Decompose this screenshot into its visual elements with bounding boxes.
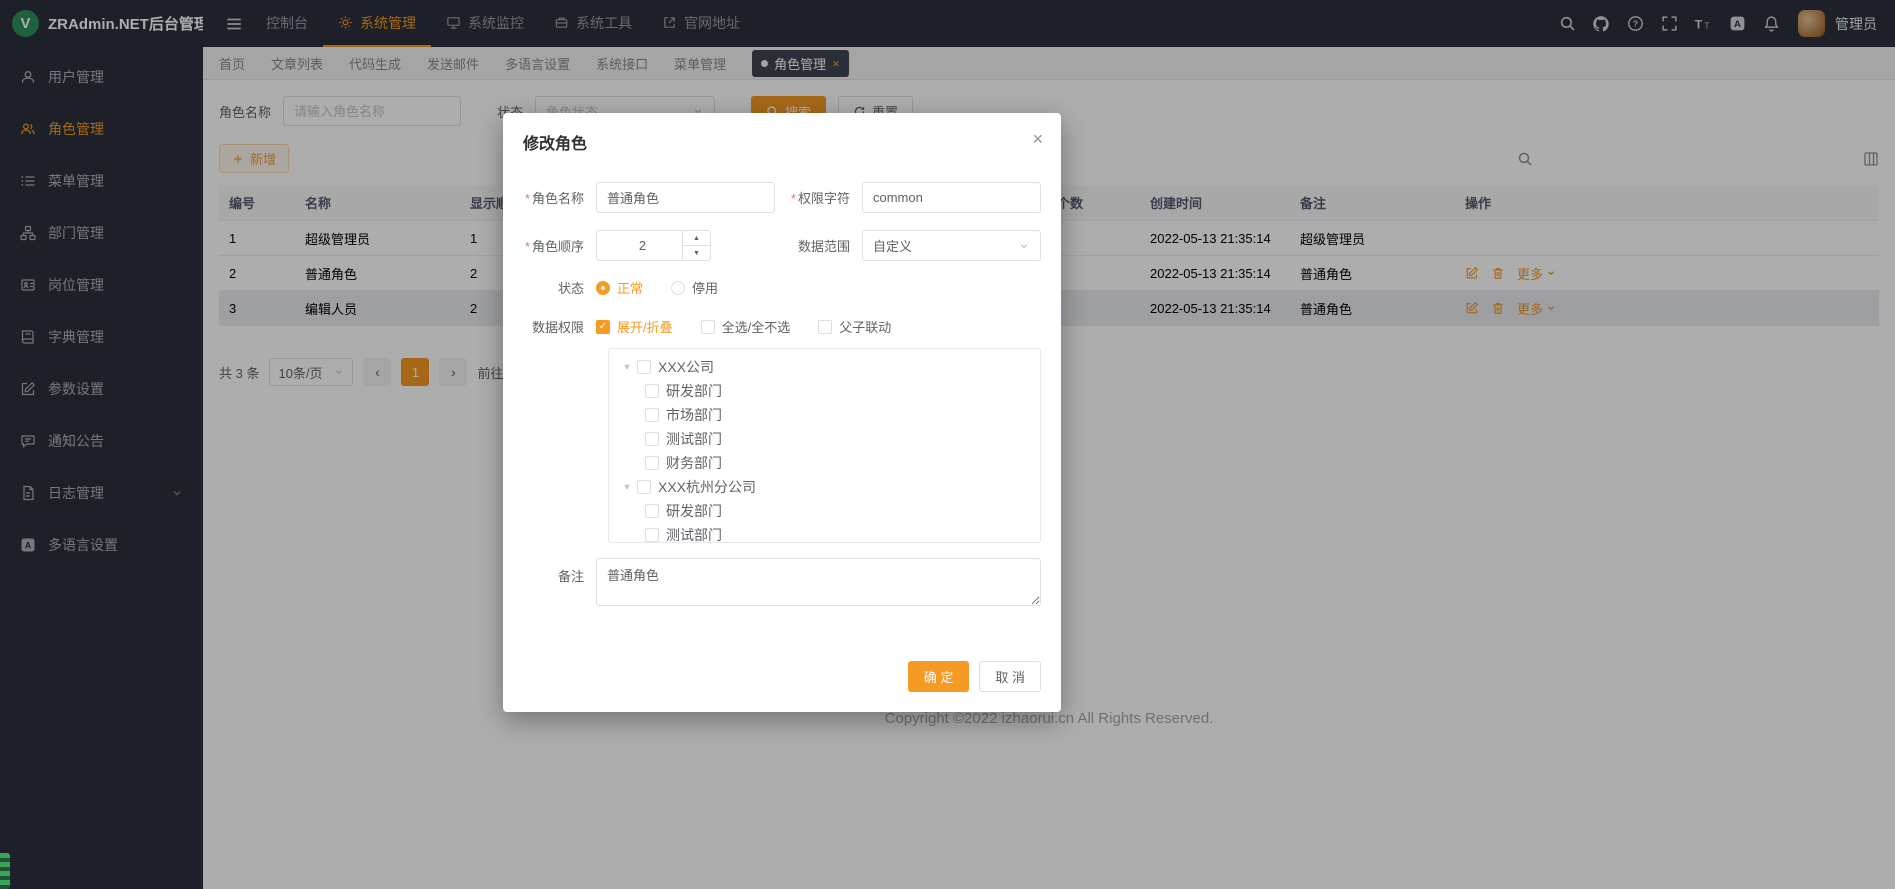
- tree-node-label: 研发部门: [666, 501, 722, 521]
- required-mark: *: [791, 191, 796, 206]
- data-scope-value: 自定义: [873, 236, 912, 255]
- confirm-button[interactable]: 确 定: [908, 661, 970, 692]
- role-name-input[interactable]: [596, 182, 775, 213]
- radio-icon: [596, 281, 610, 295]
- checkbox-icon: [818, 320, 832, 334]
- data-scope-label: 数据范围: [789, 236, 862, 255]
- chevron-down-icon: [1018, 240, 1030, 252]
- stepper-down-icon[interactable]: ▼: [683, 246, 710, 260]
- tree-node-label: 测试部门: [666, 429, 722, 449]
- checkbox-label: 父子联动: [839, 317, 891, 336]
- role-name-label: *角色名称: [523, 188, 596, 207]
- role-order-label: *角色顺序: [523, 236, 596, 255]
- status-label: 状态: [523, 278, 596, 297]
- select-all-checkbox[interactable]: 全选/全不选: [701, 317, 791, 336]
- checkbox-icon[interactable]: [637, 360, 651, 374]
- tree-node-label: XXX公司: [658, 357, 714, 377]
- tree-node-dept[interactable]: 市场部门: [609, 403, 1040, 427]
- tree-node-company[interactable]: ▼ XXX公司: [609, 355, 1040, 379]
- parent-child-link-checkbox[interactable]: 父子联动: [818, 317, 891, 336]
- radio-label: 正常: [617, 278, 643, 297]
- checkbox-icon: ✓: [596, 320, 610, 334]
- tree-node-dept[interactable]: 研发部门: [609, 379, 1040, 403]
- radio-icon: [671, 281, 685, 295]
- radio-label: 停用: [692, 278, 718, 297]
- data-scope-select[interactable]: 自定义: [862, 230, 1041, 261]
- remark-label: 备注: [523, 558, 596, 606]
- perm-char-input[interactable]: [862, 182, 1041, 213]
- cancel-button[interactable]: 取 消: [979, 661, 1041, 692]
- required-mark: *: [525, 239, 530, 254]
- tree-node-dept[interactable]: 研发部门: [609, 499, 1040, 523]
- tree-node-branch-company[interactable]: ▼ XXX杭州分公司: [609, 475, 1040, 499]
- checkbox-icon: [701, 320, 715, 334]
- checkbox-label: 全选/全不选: [722, 317, 791, 336]
- corner-widget[interactable]: [0, 853, 10, 889]
- remark-textarea[interactable]: 普通角色: [596, 558, 1041, 606]
- tree-node-label: 市场部门: [666, 405, 722, 425]
- checkbox-icon[interactable]: [645, 504, 659, 518]
- dialog-title: 修改角色: [523, 136, 587, 153]
- expand-collapse-checkbox[interactable]: ✓ 展开/折叠: [596, 317, 673, 336]
- data-perm-label: 数据权限: [523, 317, 596, 336]
- tree-node-dept[interactable]: 测试部门: [609, 427, 1040, 451]
- checkbox-icon[interactable]: [645, 384, 659, 398]
- tree-node-label: 财务部门: [666, 453, 722, 473]
- required-mark: *: [525, 191, 530, 206]
- permission-tree: ▼ XXX公司 研发部门 市场部门 测试部门: [608, 348, 1041, 543]
- role-order-stepper: ▲ ▼: [596, 230, 711, 261]
- tree-node-label: 研发部门: [666, 381, 722, 401]
- edit-role-dialog: 修改角色 × *角色名称 *权限字符 *角色顺序 ▲ ▼: [503, 113, 1061, 712]
- dialog-body: *角色名称 *权限字符 *角色顺序 ▲ ▼ 数据范围: [503, 160, 1061, 661]
- checkbox-icon[interactable]: [645, 432, 659, 446]
- tree-node-dept[interactable]: 财务部门: [609, 451, 1040, 475]
- tree-node-label: 测试部门: [666, 525, 722, 543]
- checkbox-icon[interactable]: [645, 408, 659, 422]
- close-icon[interactable]: ×: [1032, 130, 1043, 148]
- tree-node-dept[interactable]: 测试部门: [609, 523, 1040, 543]
- status-radio-normal[interactable]: 正常: [596, 278, 643, 297]
- checkbox-icon[interactable]: [637, 480, 651, 494]
- dialog-header: 修改角色 ×: [503, 113, 1061, 160]
- checkbox-icon[interactable]: [645, 456, 659, 470]
- caret-down-icon[interactable]: ▼: [617, 362, 637, 372]
- caret-down-icon[interactable]: ▼: [617, 482, 637, 492]
- dialog-footer: 确 定 取 消: [503, 661, 1061, 712]
- stepper-up-icon[interactable]: ▲: [683, 231, 710, 246]
- status-radio-disabled[interactable]: 停用: [671, 278, 718, 297]
- perm-char-label: *权限字符: [789, 188, 862, 207]
- checkbox-icon[interactable]: [645, 528, 659, 542]
- tree-node-label: XXX杭州分公司: [658, 477, 756, 497]
- checkbox-label: 展开/折叠: [617, 317, 673, 336]
